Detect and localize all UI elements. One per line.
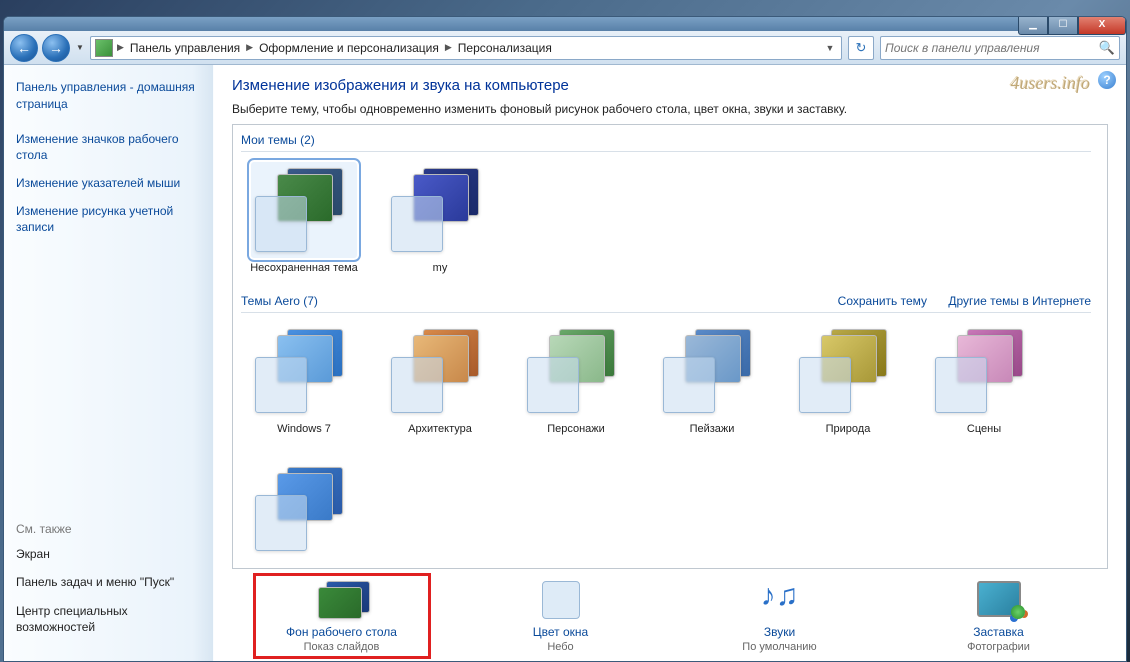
group-actions: Сохранить тему Другие темы в Интернете xyxy=(820,294,1091,308)
theme-label: Пейзажи xyxy=(690,423,735,435)
search-box[interactable]: 🔍 xyxy=(880,36,1120,60)
theme-row: Несохраненная тема my xyxy=(241,152,1091,290)
refresh-button[interactable]: ↻ xyxy=(848,36,874,60)
sidebar-home-link[interactable]: Панель управления - домашняя страница xyxy=(16,79,201,113)
theme-item-architecture[interactable]: Архитектура xyxy=(381,323,499,435)
sidebar-link-account-picture[interactable]: Изменение рисунка учетной записи xyxy=(16,203,201,235)
maximize-button[interactable]: ☐ xyxy=(1048,16,1078,35)
sidebar-link-desktop-icons[interactable]: Изменение значков рабочего стола xyxy=(16,131,201,163)
theme-label: Сцены xyxy=(967,423,1001,435)
window-color-button[interactable]: Цвет окна Небо xyxy=(476,579,646,653)
location-icon xyxy=(95,39,113,57)
theme-thumb xyxy=(387,162,493,258)
search-input[interactable] xyxy=(885,41,1099,55)
theme-item-characters[interactable]: Персонажи xyxy=(517,323,635,435)
caption-buttons: ▁ ☐ X xyxy=(1018,16,1126,35)
save-theme-link[interactable]: Сохранить тему xyxy=(838,294,927,308)
body: Панель управления - домашняя страница Из… xyxy=(4,65,1126,661)
theme-row xyxy=(241,451,1091,568)
help-icon[interactable]: ? xyxy=(1098,71,1116,89)
theme-thumb xyxy=(251,162,357,258)
online-themes-link[interactable]: Другие темы в Интернете xyxy=(948,294,1091,308)
nav-history-dropdown[interactable]: ▼ xyxy=(74,38,86,58)
bottom-sub: Показ слайдов xyxy=(304,641,380,653)
group-header-aero-label: Темы Aero (7) xyxy=(241,294,318,308)
sidebar: Панель управления - домашняя страница Из… xyxy=(4,65,214,661)
screensaver-icon xyxy=(973,579,1025,621)
sounds-icon: ♪♫ xyxy=(754,579,806,621)
screensaver-button[interactable]: Заставка Фотографии xyxy=(914,579,1084,653)
theme-item-scenes[interactable]: Сцены xyxy=(925,323,1043,435)
watermark: 4users.info xyxy=(1010,73,1090,94)
chevron-right-icon[interactable]: ▶ xyxy=(244,42,255,53)
bottom-settings-row: Фон рабочего стола Показ слайдов Цвет ок… xyxy=(232,569,1108,661)
page-title: Изменение изображения и звука на компьют… xyxy=(232,77,1108,94)
theme-item-unsaved[interactable]: Несохраненная тема xyxy=(245,162,363,274)
window-color-icon xyxy=(535,579,587,621)
theme-item-my[interactable]: my xyxy=(381,162,499,274)
chevron-right-icon[interactable]: ▶ xyxy=(443,42,454,53)
themes-panel: Мои темы (2) Несохраненная тема my Темы … xyxy=(232,124,1108,569)
theme-row: Windows 7 Архитектура Персонажи Пейзажи … xyxy=(241,313,1091,451)
theme-item-extra[interactable] xyxy=(245,461,363,561)
theme-item-landscapes[interactable]: Пейзажи xyxy=(653,323,771,435)
bottom-sub: По умолчанию xyxy=(742,641,816,653)
close-button[interactable]: X xyxy=(1078,16,1126,35)
nav-forward-button[interactable]: → xyxy=(42,34,70,62)
minimize-button[interactable]: ▁ xyxy=(1018,16,1048,35)
bottom-sub: Фотографии xyxy=(967,641,1030,653)
theme-item-nature[interactable]: Природа xyxy=(789,323,907,435)
address-bar[interactable]: ▶ Панель управления ▶ Оформление и персо… xyxy=(90,36,842,60)
desktop-background-icon xyxy=(316,579,368,621)
bottom-title: Цвет окна xyxy=(533,625,588,639)
group-header-aero: Темы Aero (7) Сохранить тему Другие темы… xyxy=(241,290,1091,313)
sidebar-link-display[interactable]: Экран xyxy=(16,546,201,562)
theme-label: Несохраненная тема xyxy=(250,262,358,274)
page-subtitle: Выберите тему, чтобы одновременно измени… xyxy=(232,102,1108,116)
themes-scroll[interactable]: Мои темы (2) Несохраненная тема my Темы … xyxy=(241,129,1099,568)
chevron-right-icon[interactable]: ▶ xyxy=(115,42,126,53)
sidebar-link-taskbar[interactable]: Панель задач и меню "Пуск" xyxy=(16,574,201,590)
sidebar-link-mouse-pointers[interactable]: Изменение указателей мыши xyxy=(16,175,201,191)
navbar: ← → ▼ ▶ Панель управления ▶ Оформление и… xyxy=(4,31,1126,65)
window: ▁ ☐ X ← → ▼ ▶ Панель управления ▶ Оформл… xyxy=(3,16,1127,662)
theme-item-windows7[interactable]: Windows 7 xyxy=(245,323,363,435)
sidebar-see-also-title: См. также xyxy=(16,522,201,536)
breadcrumb-item[interactable]: Оформление и персонализация xyxy=(255,37,443,59)
sounds-button[interactable]: ♪♫ Звуки По умолчанию xyxy=(695,579,865,653)
bottom-title: Заставка xyxy=(973,625,1024,639)
address-dropdown[interactable]: ▼ xyxy=(821,43,839,53)
group-header-my-themes: Мои темы (2) xyxy=(241,129,1091,152)
bottom-title: Звуки xyxy=(764,625,795,639)
theme-label: Природа xyxy=(826,423,871,435)
theme-label: Windows 7 xyxy=(277,423,331,435)
desktop-background-button[interactable]: Фон рабочего стола Показ слайдов xyxy=(257,579,427,653)
theme-label: my xyxy=(433,262,448,274)
search-icon[interactable]: 🔍 xyxy=(1099,40,1115,56)
theme-label: Персонажи xyxy=(547,423,605,435)
bottom-title: Фон рабочего стола xyxy=(286,625,397,639)
theme-label: Архитектура xyxy=(408,423,472,435)
content: ? 4users.info Изменение изображения и зв… xyxy=(214,65,1126,661)
titlebar[interactable] xyxy=(4,17,1126,31)
sidebar-link-ease-of-access[interactable]: Центр специальных возможностей xyxy=(16,603,201,635)
breadcrumb-item[interactable]: Панель управления xyxy=(126,37,244,59)
nav-back-button[interactable]: ← xyxy=(10,34,38,62)
breadcrumb-item[interactable]: Персонализация xyxy=(454,37,556,59)
bottom-sub: Небо xyxy=(547,641,573,653)
